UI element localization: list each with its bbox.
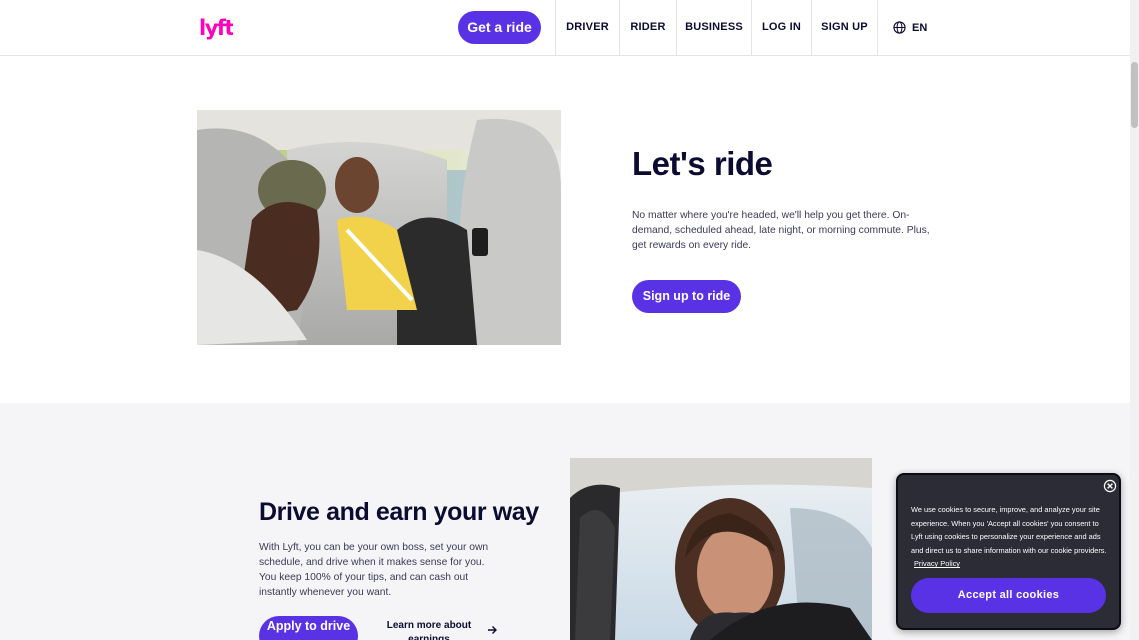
driver-photo — [570, 458, 872, 640]
accept-all-cookies-button[interactable]: Accept all cookies — [911, 578, 1106, 613]
nav-business[interactable]: BUSINESS — [676, 0, 751, 55]
sign-up-to-ride-button[interactable]: Sign up to ride — [632, 280, 741, 313]
learn-more-earnings-link[interactable]: Learn more about earnings — [386, 619, 472, 640]
hero-description: No matter where you're headed, we'll hel… — [632, 210, 930, 251]
scrollbar-thumb[interactable] — [1131, 62, 1138, 128]
nav-rider[interactable]: RIDER — [619, 0, 676, 55]
svg-text:lyft: lyft — [199, 16, 233, 40]
privacy-policy-link[interactable]: Privacy Policy — [914, 559, 960, 568]
cookie-text: We use cookies to secure, improve, and a… — [911, 503, 1109, 571]
language-label: EN — [912, 21, 928, 34]
page-scrollbar[interactable] — [1130, 0, 1139, 640]
close-circle-icon[interactable] — [1103, 479, 1117, 493]
globe-icon — [893, 21, 906, 34]
nav-signup[interactable]: SIGN UP — [811, 0, 878, 55]
hero-photo — [197, 110, 561, 345]
cookie-consent-banner: We use cookies to secure, improve, and a… — [896, 473, 1121, 630]
language-selector[interactable]: EN — [893, 0, 927, 55]
arrow-right-icon[interactable] — [486, 624, 498, 636]
lyft-logo[interactable]: lyft — [199, 13, 233, 41]
site-header: lyft Get a ride DRIVER RIDER BUSINESS LO… — [0, 0, 1130, 56]
driver-section-description: With Lyft, you can be your own boss, set… — [259, 542, 489, 598]
hero-title: Let's ride — [632, 145, 773, 182]
driver-section-title: Drive and earn your way — [259, 498, 539, 526]
apply-to-drive-button[interactable]: Apply to drive — [259, 616, 358, 640]
nav-login[interactable]: LOG IN — [751, 0, 811, 55]
nav-driver[interactable]: DRIVER — [555, 0, 619, 55]
get-a-ride-button[interactable]: Get a ride — [458, 11, 541, 44]
cookie-message: We use cookies to secure, improve, and a… — [911, 505, 1107, 555]
